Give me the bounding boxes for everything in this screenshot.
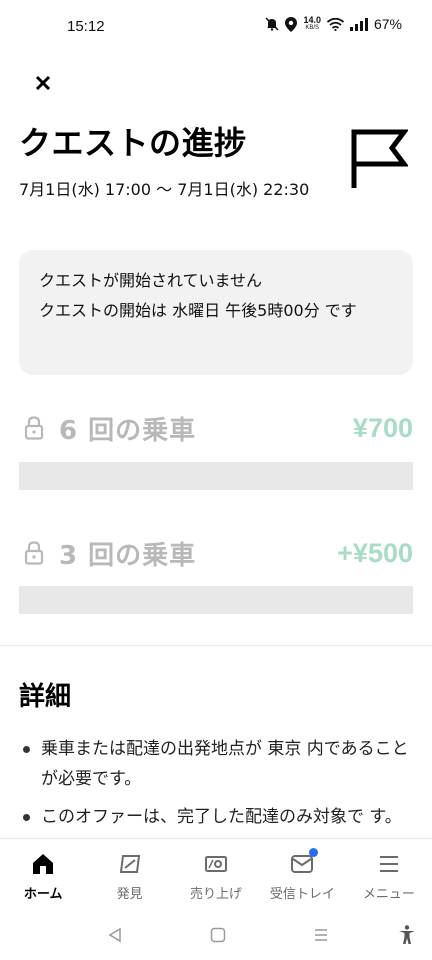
- divider: [0, 645, 432, 646]
- home-circle-icon[interactable]: [207, 924, 229, 946]
- home-icon: [30, 851, 56, 877]
- system-nav: [0, 910, 432, 960]
- wifi-icon: [326, 17, 344, 31]
- page-title: クエストの進捗: [19, 124, 247, 162]
- net-speed: 14.0 KB/S: [303, 15, 321, 32]
- bottom-nav: ホーム 発見 売り上げ 受信トレイ メニュー: [0, 838, 432, 910]
- quest-notice: クエストが開始されていません クエストの開始は 水曜日 午後5時00分 です: [19, 250, 413, 375]
- quest-reward: ¥700: [352, 412, 413, 443]
- status-time: 15:12: [67, 18, 105, 35]
- status-bar: 15:12 14.0 KB/S 67%: [0, 0, 432, 54]
- nav-menu[interactable]: メニュー: [346, 839, 432, 910]
- quest-progress-bar: [19, 462, 413, 490]
- menu-icon: [376, 851, 402, 877]
- details-item: このオファーは、完了した配達のみ対象で す。: [19, 802, 413, 832]
- close-icon: [35, 75, 51, 91]
- quest-reward: +¥500: [337, 537, 413, 568]
- date-range: 7月1日(水) 17:00 〜 7月1日(水) 22:30: [19, 180, 310, 199]
- notice-line-1: クエストが開始されていません: [39, 271, 263, 290]
- quest-label: 6 回の乗車: [59, 415, 197, 446]
- details-item: 乗車または配達の出発地点が 東京 内であることが必要です。: [19, 734, 413, 794]
- quest-label: 3 回の乗車: [59, 540, 197, 571]
- nav-home[interactable]: ホーム: [0, 839, 86, 910]
- status-icons: 14.0 KB/S 67%: [265, 16, 402, 32]
- location-icon: [285, 16, 298, 32]
- nav-inbox[interactable]: 受信トレイ: [259, 839, 345, 910]
- notice-line-2: クエストの開始は 水曜日 午後5時00分 です: [39, 301, 357, 320]
- inbox-icon: [289, 848, 319, 877]
- lock-icon: [21, 540, 47, 566]
- battery-level: 67%: [373, 16, 402, 32]
- quest-tier-2: 3 回の乗車 +¥500: [19, 533, 413, 573]
- back-icon[interactable]: [104, 924, 126, 946]
- nav-discover[interactable]: 発見: [86, 839, 172, 910]
- quest-progress-bar: [19, 586, 413, 614]
- signal-icon: [349, 17, 368, 31]
- recents-icon[interactable]: [310, 924, 332, 946]
- nav-earnings[interactable]: 売り上げ: [173, 839, 259, 910]
- discover-icon: [117, 851, 143, 877]
- details-title: 詳細: [19, 682, 72, 712]
- accessibility-icon[interactable]: [396, 924, 418, 946]
- lock-icon: [21, 415, 47, 441]
- details-list: 乗車または配達の出発地点が 東京 内であることが必要です。 このオファーは、完了…: [19, 734, 413, 840]
- notification-dot: [309, 848, 319, 857]
- flag-icon: [348, 128, 409, 194]
- quest-tier-1: 6 回の乗車 ¥700: [19, 408, 413, 448]
- mute-icon: [265, 17, 279, 31]
- close-button[interactable]: [30, 70, 56, 96]
- earnings-icon: [203, 851, 229, 877]
